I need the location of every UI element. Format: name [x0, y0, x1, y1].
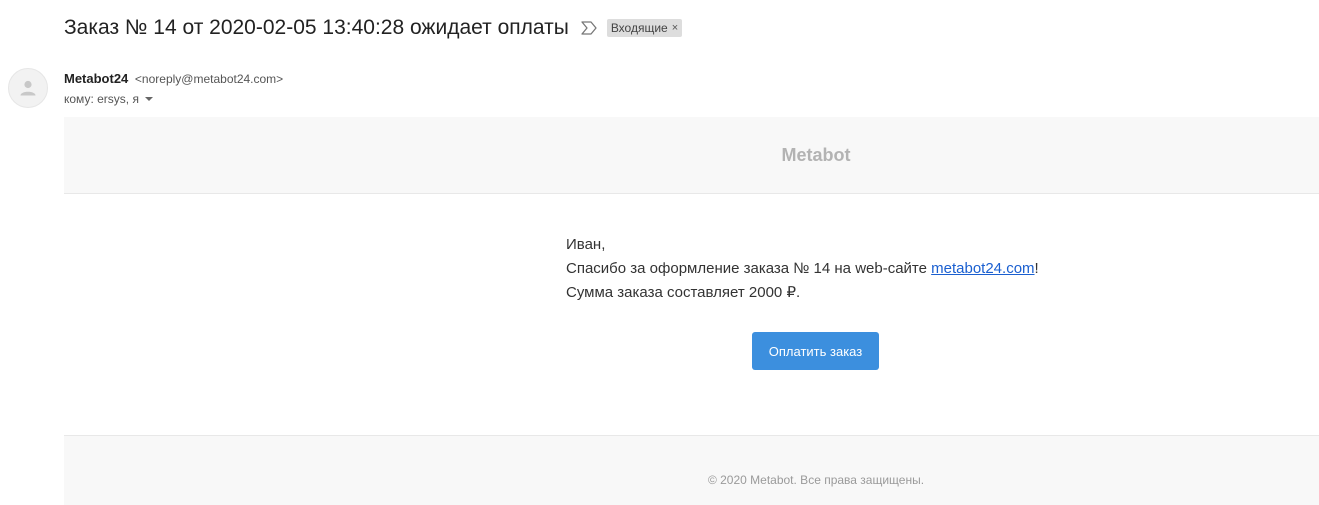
copyright-text: © 2020 Metabot. Все права защищены.	[707, 472, 925, 487]
thanks-line: Спасибо за оформление заказа № 14 на web…	[566, 257, 1039, 281]
sender-email: <noreply@metabot24.com>	[134, 72, 284, 86]
thanks-end: !	[1034, 260, 1039, 277]
thanks-text: Спасибо за оформление заказа № 14 на web…	[566, 260, 932, 277]
greeting-text: Иван,	[566, 236, 606, 253]
person-avatar-icon[interactable]	[8, 68, 48, 108]
email-brand-header: Metabot	[64, 117, 1319, 194]
email-subject: Заказ № 14 от 2020-02-05 13:40:28 ожидае…	[64, 16, 569, 39]
importance-marker-icon[interactable]	[581, 21, 599, 35]
inbox-label-chip[interactable]: Входящие ×	[606, 19, 683, 37]
brand-title: Metabot	[781, 144, 851, 165]
message-content: Иван, Спасибо за оформление заказа № 14 …	[566, 233, 1039, 305]
recipients-text: кому: ersys, я	[64, 92, 139, 106]
dropdown-caret-icon[interactable]	[144, 97, 153, 101]
remove-label-icon[interactable]: ×	[672, 22, 678, 34]
email-footer: © 2020 Metabot. Все права защищены.	[64, 435, 1319, 505]
website-link[interactable]: metabot24.com	[931, 260, 1034, 277]
sender-line: Metabot24 <noreply@metabot24.com>	[64, 71, 283, 86]
subject-row: Заказ № 14 от 2020-02-05 13:40:28 ожидае…	[64, 12, 683, 44]
inbox-label-text: Входящие	[610, 21, 668, 35]
pay-order-button[interactable]: Оплатить заказ	[752, 332, 879, 370]
recipients-line[interactable]: кому: ersys, я	[64, 92, 153, 106]
sender-name[interactable]: Metabot24	[64, 71, 128, 86]
email-body: Metabot Иван, Спасибо за оформление зака…	[64, 117, 1319, 505]
order-sum-text: Сумма заказа составляет 2000 ₽.	[566, 284, 801, 301]
